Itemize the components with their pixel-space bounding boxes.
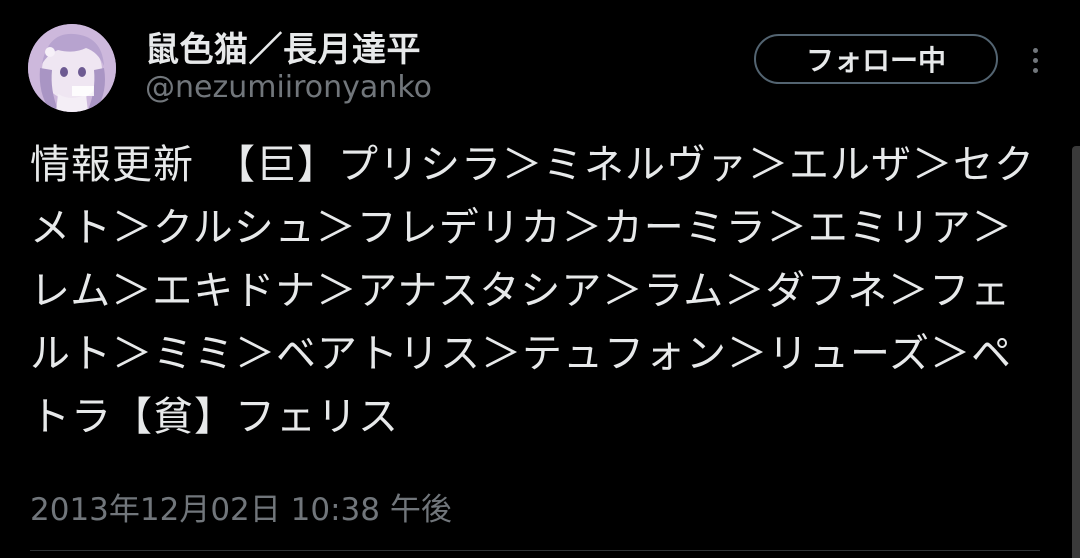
user-handle[interactable]: @nezumiironyanko bbox=[145, 70, 432, 105]
more-dot bbox=[1032, 47, 1038, 53]
avatar[interactable] bbox=[28, 24, 116, 112]
more-dot bbox=[1032, 57, 1038, 63]
more-dot bbox=[1032, 67, 1038, 73]
more-vertical-icon[interactable] bbox=[1022, 38, 1048, 82]
divider bbox=[30, 550, 1040, 551]
display-name[interactable]: 鼠色猫／長月達平 bbox=[145, 22, 421, 71]
scrollbar[interactable] bbox=[1072, 146, 1080, 558]
avatar-image bbox=[28, 24, 116, 112]
tweet-text: 情報更新 【巨】プリシラ＞ミネルヴァ＞エルザ＞セクメト＞クルシュ＞フレデリカ＞カ… bbox=[30, 142, 1035, 440]
tweet-timestamp[interactable]: 2013年12月02日 10:38 午後 bbox=[30, 484, 452, 529]
following-button[interactable]: フォロー中 bbox=[754, 34, 998, 84]
tweet-detail: 鼠色猫／長月達平 @nezumiironyanko フォロー中 情報更新 【巨】… bbox=[0, 0, 1080, 558]
